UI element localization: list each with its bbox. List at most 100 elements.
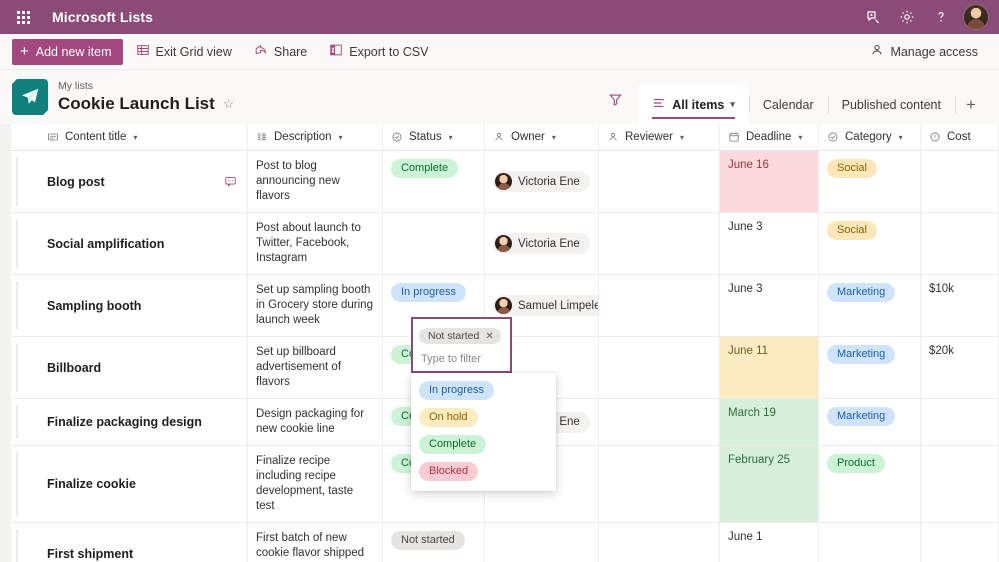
cell-deadline[interactable]: June 16: [720, 151, 819, 212]
table-row[interactable]: Social amplification Post about launch to…: [11, 213, 999, 275]
cell-deadline[interactable]: February 25: [720, 446, 819, 522]
cell-category[interactable]: Marketing: [819, 275, 921, 336]
chevron-down-icon[interactable]: ▾: [730, 99, 735, 110]
cell-deadline[interactable]: June 3: [720, 213, 819, 274]
column-header-category[interactable]: Category ▾: [819, 123, 921, 151]
cell-owner[interactable]: Victoria Ene: [485, 213, 599, 274]
cell-content-title[interactable]: First shipment: [11, 523, 248, 562]
cell-cost[interactable]: [921, 523, 999, 562]
cell-status[interactable]: Complete: [383, 151, 485, 212]
cell-deadline[interactable]: June 3: [720, 275, 819, 336]
cell-status[interactable]: [383, 213, 485, 274]
cell-content-title[interactable]: Finalize packaging design: [11, 399, 248, 445]
cell-description[interactable]: First batch of new cookie flavor shipped…: [248, 523, 383, 562]
column-header-content-title[interactable]: Content title ▾: [11, 123, 248, 151]
cell-cost[interactable]: $20k: [921, 337, 999, 398]
cell-category[interactable]: Marketing: [819, 337, 921, 398]
cell-reviewer[interactable]: [599, 523, 720, 562]
table-row[interactable]: Blog post Post to blog announcing new fla…: [11, 151, 999, 213]
cell-reviewer[interactable]: [599, 275, 720, 336]
cell-cost[interactable]: [921, 213, 999, 274]
app-launcher-icon[interactable]: [8, 0, 38, 34]
chevron-down-icon[interactable]: ▾: [680, 133, 684, 142]
chevron-down-icon[interactable]: ▾: [133, 133, 137, 142]
cell-content-title[interactable]: Blog post: [11, 151, 248, 212]
cell-content-title[interactable]: Billboard: [11, 337, 248, 398]
column-header-status[interactable]: Status ▾: [383, 123, 485, 151]
tab-calendar[interactable]: Calendar: [748, 85, 828, 124]
status-edit-cell[interactable]: Not started ✕ Type to filter: [411, 317, 512, 373]
cell-content-title[interactable]: Finalize cookie: [11, 446, 248, 522]
cell-category[interactable]: Product: [819, 446, 921, 522]
comment-icon[interactable]: [224, 175, 237, 188]
column-header-owner[interactable]: Owner ▾: [485, 123, 599, 151]
add-view-button[interactable]: +: [955, 85, 987, 124]
row-accent-bar: [16, 219, 18, 268]
chevron-down-icon[interactable]: ▾: [899, 133, 903, 142]
manage-access-button[interactable]: Manage access: [861, 38, 987, 66]
cell-content-title[interactable]: Social amplification: [11, 213, 248, 274]
status-option-blocked[interactable]: Blocked: [411, 458, 556, 485]
cell-reviewer[interactable]: [599, 151, 720, 212]
cell-deadline[interactable]: June 1: [720, 523, 819, 562]
cell-description[interactable]: Set up sampling booth in Grocery store d…: [248, 275, 383, 336]
cell-reviewer[interactable]: [599, 213, 720, 274]
breadcrumb[interactable]: My lists: [58, 80, 234, 93]
cell-description[interactable]: Post about launch to Twitter, Facebook, …: [248, 213, 383, 274]
help-icon[interactable]: [925, 1, 957, 33]
cell-reviewer[interactable]: [599, 446, 720, 522]
cell-owner[interactable]: Victoria Ene: [485, 151, 599, 212]
status-option-complete[interactable]: Complete: [411, 431, 556, 458]
list-grid: Content title ▾ Description ▾ Status ▾ O…: [11, 123, 999, 562]
cell-cost[interactable]: [921, 446, 999, 522]
cell-category[interactable]: Social: [819, 213, 921, 274]
chevron-down-icon[interactable]: ▾: [552, 133, 556, 142]
cell-content-title[interactable]: Sampling booth: [11, 275, 248, 336]
cell-cost[interactable]: [921, 399, 999, 445]
user-avatar[interactable]: [963, 4, 989, 30]
cell-category[interactable]: Marketing: [819, 399, 921, 445]
cell-description[interactable]: Design packaging for new cookie line: [248, 399, 383, 445]
table-row[interactable]: First shipment First batch of new cookie …: [11, 523, 999, 562]
column-header-cost[interactable]: Cost: [921, 123, 999, 151]
tab-all-items[interactable]: All items ▾: [638, 85, 749, 124]
cell-cost[interactable]: [921, 151, 999, 212]
content-title-text: Finalize cookie: [47, 477, 136, 491]
status-dropdown-menu[interactable]: In progress On hold Complete Blocked: [411, 373, 556, 491]
settings-gear-icon[interactable]: [891, 1, 923, 33]
column-header-reviewer[interactable]: Reviewer ▾: [599, 123, 720, 151]
status-filter-input[interactable]: Type to filter: [419, 353, 504, 365]
status-option-in-progress[interactable]: In progress: [411, 377, 556, 404]
cell-description[interactable]: Set up billboard advertisement of flavor…: [248, 337, 383, 398]
excel-icon: [329, 43, 343, 60]
status-option-on-hold[interactable]: On hold: [411, 404, 556, 431]
cell-category[interactable]: Social: [819, 151, 921, 212]
chevron-down-icon[interactable]: ▾: [339, 133, 343, 142]
app-title[interactable]: Microsoft Lists: [52, 9, 153, 25]
favorite-star-icon[interactable]: ☆: [223, 97, 235, 110]
person-icon: [870, 43, 884, 60]
cell-deadline[interactable]: March 19: [720, 399, 819, 445]
cell-status[interactable]: Not started: [383, 523, 485, 562]
cell-owner[interactable]: [485, 523, 599, 562]
exit-grid-view-button[interactable]: Exit Grid view: [127, 38, 241, 66]
export-to-csv-button[interactable]: Export to CSV: [320, 38, 437, 66]
chevron-down-icon[interactable]: ▾: [798, 133, 802, 142]
close-icon[interactable]: ✕: [485, 331, 493, 342]
selected-status-pill[interactable]: Not started ✕: [419, 328, 501, 344]
cell-reviewer[interactable]: [599, 399, 720, 445]
add-new-item-button[interactable]: + Add new item: [12, 38, 123, 65]
cell-deadline[interactable]: June 11: [720, 337, 819, 398]
cell-cost[interactable]: $10k: [921, 275, 999, 336]
feedback-icon[interactable]: [857, 1, 889, 33]
cell-category[interactable]: [819, 523, 921, 562]
cell-reviewer[interactable]: [599, 337, 720, 398]
filter-icon[interactable]: [599, 83, 631, 115]
column-header-deadline[interactable]: Deadline ▾: [720, 123, 819, 151]
cell-description[interactable]: Finalize recipe including recipe develop…: [248, 446, 383, 522]
share-button[interactable]: Share: [245, 38, 316, 66]
tab-published-content[interactable]: Published content: [827, 85, 955, 124]
column-header-description[interactable]: Description ▾: [248, 123, 383, 151]
chevron-down-icon[interactable]: ▾: [449, 133, 453, 142]
cell-description[interactable]: Post to blog announcing new flavors: [248, 151, 383, 212]
